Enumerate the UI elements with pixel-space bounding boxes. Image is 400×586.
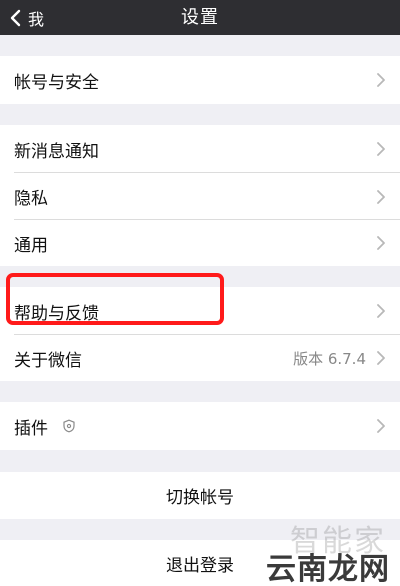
settings-item-label: 隐私 [14, 189, 48, 209]
settings-item-plugins[interactable]: 插件 [0, 402, 400, 450]
plugins-label: 插件 [14, 418, 48, 439]
plugin-badge-icon [63, 419, 75, 433]
settings-item-label: 关于微信 [14, 350, 82, 371]
chevron-right-icon [377, 189, 385, 204]
settings-item-account-security[interactable]: 帐号与安全 [0, 56, 400, 104]
settings-item-privacy[interactable]: 隐私 [0, 173, 400, 220]
settings-item-label: 插件 [14, 402, 76, 450]
switch-account-label: 切换帐号 [166, 488, 234, 508]
switch-account-button[interactable]: 切换帐号 [0, 472, 400, 519]
settings-item-new-message-notice[interactable]: 新消息通知 [0, 125, 400, 173]
chevron-right-icon [377, 236, 385, 250]
watermark-site: 云南龙网 [266, 552, 390, 586]
settings-screen: 我 设置 帐号与安全 新消息通知 隐私 通用 帮助与反馈 关于微信 版本 6.7… [0, 0, 400, 586]
settings-item-label: 通用 [14, 235, 48, 256]
navigation-bar: 我 设置 [0, 0, 400, 35]
settings-item-general[interactable]: 通用 [0, 220, 400, 266]
settings-item-about-wechat[interactable]: 关于微信 版本 6.7.4 [0, 335, 400, 381]
chevron-right-icon [377, 304, 385, 318]
settings-item-label: 新消息通知 [14, 141, 99, 162]
version-value: 版本 6.7.4 [293, 349, 366, 368]
chevron-right-icon [377, 419, 385, 433]
settings-item-label: 帐号与安全 [14, 72, 99, 93]
settings-item-label: 帮助与反馈 [14, 303, 99, 324]
chevron-right-icon [377, 142, 385, 156]
chevron-right-icon [377, 73, 385, 87]
chevron-right-icon [377, 351, 385, 365]
page-title: 设置 [181, 7, 219, 28]
settings-item-help-feedback[interactable]: 帮助与反馈 [0, 287, 400, 335]
